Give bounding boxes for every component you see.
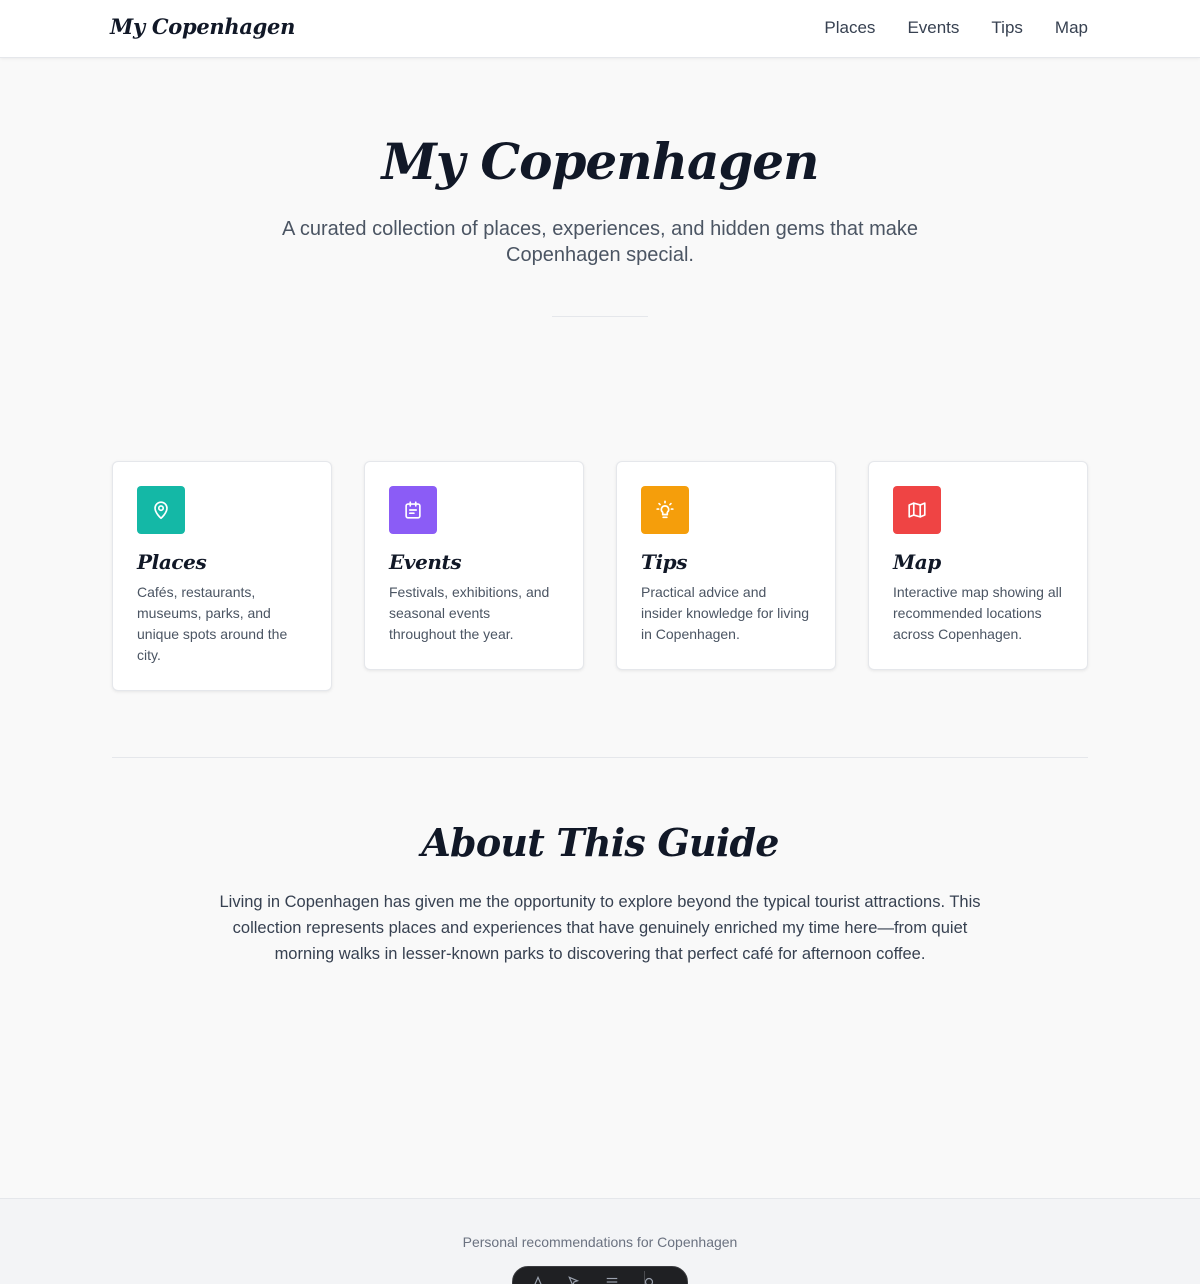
menu-icon[interactable]	[603, 1275, 621, 1284]
nav-link-tips[interactable]: Tips	[991, 18, 1023, 38]
nav-link-places[interactable]: Places	[824, 18, 875, 38]
about-title: About This Guide	[421, 820, 779, 865]
map-icon	[893, 486, 941, 534]
card-description: Interactive map showing all recommended …	[893, 584, 1062, 642]
card-places[interactable]: Places Cafés, restaurants, museums, park…	[112, 461, 332, 691]
card-description: Practical advice and insider knowledge f…	[641, 584, 810, 642]
brand-logo-link[interactable]: My Copenhagen	[110, 14, 295, 39]
toolbar-dock	[512, 1266, 688, 1284]
nav-link-map[interactable]: Map	[1055, 18, 1088, 38]
section-divider	[112, 757, 1088, 758]
hero-divider	[552, 316, 648, 317]
site-footer: Personal recommendations for Copenhagen	[0, 1198, 1200, 1284]
card-title: Tips	[641, 550, 688, 574]
card-title: Map	[893, 550, 941, 574]
card-description: Festivals, exhibitions, and seasonal eve…	[389, 584, 550, 642]
inspect-icon[interactable]	[531, 1275, 545, 1284]
hero-title: My Copenhagen	[381, 132, 820, 191]
pointer-icon[interactable]	[565, 1275, 583, 1284]
calendar-icon	[389, 486, 437, 534]
hero-subtitle: A curated collection of places, experien…	[282, 218, 918, 266]
footer-text: Personal recommendations for Copenhagen	[462, 1234, 738, 1250]
dock-separator	[644, 1271, 645, 1284]
card-description: Cafés, restaurants, museums, parks, and …	[137, 584, 288, 663]
card-map[interactable]: Map Interactive map showing all recommen…	[868, 461, 1088, 670]
site-header: My Copenhagen Places Events Tips Map	[0, 0, 1200, 58]
card-title: Places	[137, 550, 207, 574]
lightbulb-icon	[641, 486, 689, 534]
card-title: Events	[389, 550, 462, 574]
map-pin-icon	[137, 486, 185, 534]
main-nav: Places Events Tips Map	[824, 18, 1088, 38]
nav-link-events[interactable]: Events	[907, 18, 959, 38]
card-events[interactable]: Events Festivals, exhibitions, and seaso…	[364, 461, 584, 670]
about-text: Living in Copenhagen has given me the op…	[219, 893, 981, 963]
card-tips[interactable]: Tips Practical advice and insider knowle…	[616, 461, 836, 670]
